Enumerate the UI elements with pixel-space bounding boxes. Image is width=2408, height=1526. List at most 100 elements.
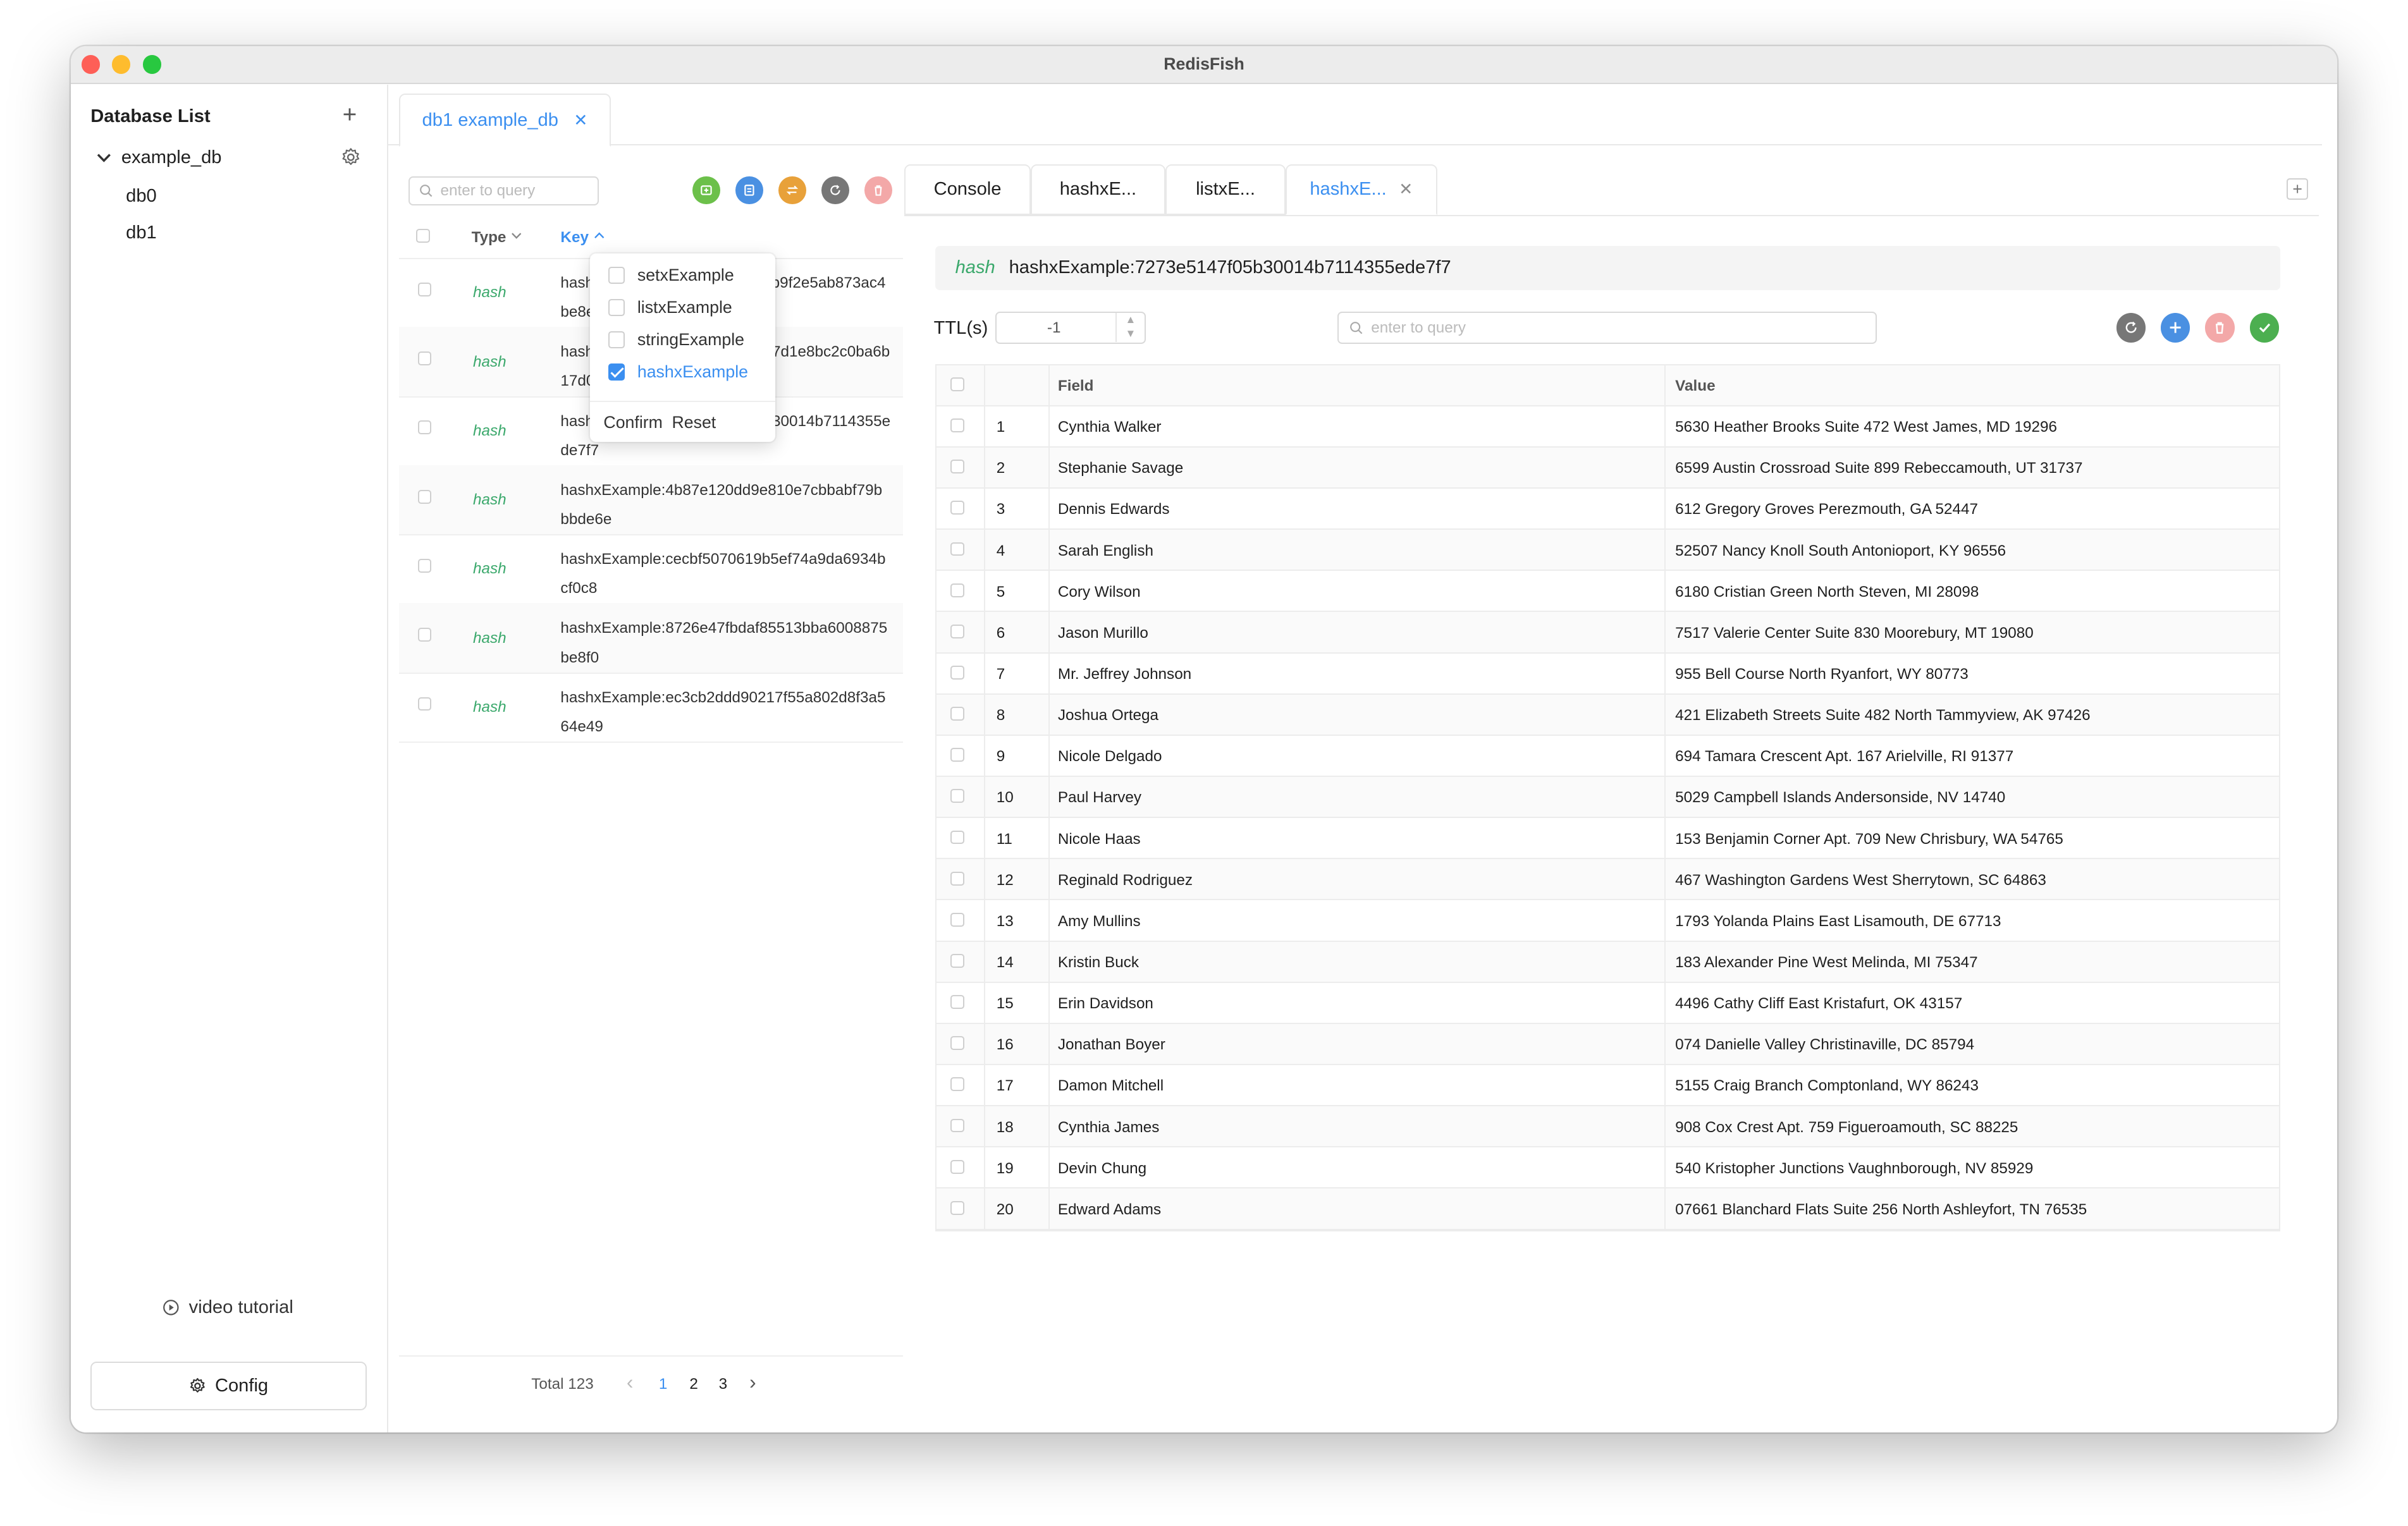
key-row-checkbox[interactable] (417, 282, 432, 296)
add-field-button[interactable] (2161, 313, 2190, 343)
filter-option-hashx[interactable]: hashxExample (608, 362, 748, 382)
page-1-button[interactable]: 1 (659, 1376, 668, 1393)
filter-chevron-icon[interactable] (510, 229, 522, 241)
tab-listx[interactable]: listxE... (1165, 164, 1286, 215)
filter-checkbox[interactable] (608, 299, 625, 316)
row-field[interactable]: Stephanie Savage (1058, 460, 1183, 477)
database-settings-icon[interactable] (341, 147, 361, 168)
ttl-stepper[interactable]: ▲ ▼ (1115, 313, 1145, 343)
key-row-checkbox[interactable] (417, 628, 432, 642)
row-field[interactable]: Devin Chung (1058, 1160, 1146, 1178)
table-row[interactable]: 1 Cynthia Walker 5630 Heather Brooks Suite… (937, 406, 2280, 448)
select-all-fields-checkbox[interactable] (950, 377, 964, 391)
row-checkbox[interactable] (950, 1159, 964, 1174)
row-field[interactable]: Cory Wilson (1058, 583, 1141, 601)
chevron-down-icon[interactable] (95, 149, 113, 166)
row-value[interactable]: 07661 Blanchard Flats Suite 256 North As… (1675, 1201, 2087, 1219)
row-checkbox[interactable] (950, 995, 964, 1009)
table-row[interactable]: 18 Cynthia James 908 Cox Crest Apt. 759 Fi… (937, 1106, 2280, 1148)
row-value[interactable]: 7517 Valerie Center Suite 830 Moorebury,… (1675, 625, 2034, 642)
close-window-button[interactable] (81, 55, 100, 74)
row-field[interactable]: Erin Davidson (1058, 995, 1153, 1013)
row-value[interactable]: 5029 Campbell Islands Andersonside, NV 1… (1675, 789, 2005, 807)
tab-hashx-1[interactable]: hashxE... (1030, 164, 1166, 215)
db-item-db1[interactable]: db1 (126, 223, 157, 243)
table-row[interactable]: 6 Jason Murillo 7517 Valerie Center Suite … (937, 612, 2280, 654)
filter-checkbox-checked[interactable] (608, 363, 625, 381)
sort-up-icon[interactable] (593, 229, 605, 241)
database-tree-item[interactable]: example_db (95, 147, 222, 168)
document-button[interactable] (735, 176, 763, 204)
config-button[interactable]: Config (90, 1362, 367, 1410)
key-column-header[interactable]: Key (560, 229, 605, 247)
row-checkbox[interactable] (950, 1200, 964, 1215)
value-search-input[interactable]: enter to query (1337, 312, 1877, 344)
type-column-header[interactable]: Type (472, 229, 523, 247)
stepper-down-icon[interactable]: ▼ (1117, 327, 1145, 341)
page-3-button[interactable]: 3 (719, 1376, 728, 1393)
table-row[interactable]: 3 Dennis Edwards 612 Gregory Groves Perezm… (937, 489, 2280, 530)
tab-console[interactable]: Console (904, 164, 1031, 215)
close-tab-icon[interactable]: ✕ (574, 111, 587, 130)
row-field[interactable]: Sarah English (1058, 542, 1153, 560)
row-field[interactable]: Joshua Ortega (1058, 707, 1158, 724)
key-row-checkbox[interactable] (417, 351, 432, 365)
row-value[interactable]: 612 Gregory Groves Perezmouth, GA 52447 (1675, 501, 1978, 518)
row-field[interactable]: Kristin Buck (1058, 954, 1139, 972)
filter-checkbox[interactable] (608, 331, 625, 348)
db-item-db0[interactable]: db0 (126, 186, 157, 207)
key-row[interactable]: hash hashxExample:4b87e120dd9e810e7cbbab… (399, 465, 903, 536)
close-tab-icon[interactable]: ✕ (1399, 180, 1413, 199)
zoom-window-button[interactable] (142, 55, 161, 74)
row-value[interactable]: 153 Benjamin Corner Apt. 709 New Chrisbu… (1675, 831, 2063, 848)
row-checkbox[interactable] (950, 460, 964, 474)
row-value[interactable]: 5155 Craig Branch Comptonland, WY 86243 (1675, 1077, 1979, 1095)
table-row[interactable]: 5 Cory Wilson 6180 Cristian Green North St… (937, 571, 2280, 613)
filter-confirm-button[interactable]: Confirm (603, 413, 662, 432)
page-2-button[interactable]: 2 (689, 1376, 698, 1393)
filter-reset-button[interactable]: Reset (672, 413, 716, 432)
delete-keys-button[interactable] (864, 176, 892, 204)
row-field[interactable]: Mr. Jeffrey Johnson (1058, 666, 1191, 683)
table-row[interactable]: 8 Joshua Ortega 421 Elizabeth Streets Suit… (937, 694, 2280, 736)
table-row[interactable]: 12 Reginald Rodriguez 467 Washington Garde… (937, 859, 2280, 901)
add-database-icon[interactable]: + (343, 101, 357, 129)
row-field[interactable]: Cynthia Walker (1058, 418, 1162, 436)
stepper-up-icon[interactable]: ▲ (1117, 313, 1145, 327)
row-checkbox[interactable] (950, 912, 964, 927)
row-checkbox[interactable] (950, 583, 964, 597)
row-field[interactable]: Damon Mitchell (1058, 1077, 1164, 1095)
row-checkbox[interactable] (950, 953, 964, 968)
row-value[interactable]: 6180 Cristian Green North Steven, MI 280… (1675, 583, 1979, 601)
row-value[interactable]: 183 Alexander Pine West Melinda, MI 7534… (1675, 954, 1977, 972)
row-checkbox[interactable] (950, 1036, 964, 1051)
row-checkbox[interactable] (950, 624, 964, 638)
next-page-button[interactable]: › (749, 1370, 756, 1394)
row-checkbox[interactable] (950, 1118, 964, 1133)
row-field[interactable]: Amy Mullins (1058, 913, 1141, 931)
table-row[interactable]: 19 Devin Chung 540 Kristopher Junctions Va… (937, 1147, 2280, 1189)
tab-db1-example-db[interactable]: db1 example_db ✕ (399, 94, 611, 147)
row-checkbox[interactable] (950, 1077, 964, 1092)
tab-hashx-active[interactable]: hashxE... ✕ (1285, 164, 1438, 215)
row-value[interactable]: 1793 Yolanda Plains East Lisamouth, DE 6… (1675, 913, 2001, 931)
row-field[interactable]: Nicole Haas (1058, 831, 1141, 848)
row-checkbox[interactable] (950, 789, 964, 803)
row-field[interactable]: Edward Adams (1058, 1201, 1161, 1219)
key-row-checkbox[interactable] (417, 697, 432, 711)
table-row[interactable]: 17 Damon Mitchell 5155 Craig Branch Compto… (937, 1065, 2280, 1107)
row-value[interactable]: 074 Danielle Valley Christinaville, DC 8… (1675, 1036, 1974, 1054)
swap-button[interactable] (778, 176, 806, 204)
row-value[interactable]: 540 Kristopher Junctions Vaughnborough, … (1675, 1160, 2033, 1178)
minimize-window-button[interactable] (112, 55, 131, 74)
row-value[interactable]: 421 Elizabeth Streets Suite 482 North Ta… (1675, 707, 2090, 724)
table-row[interactable]: 15 Erin Davidson 4496 Cathy Cliff East Kri… (937, 982, 2280, 1024)
row-checkbox[interactable] (950, 418, 964, 432)
table-row[interactable]: 2 Stephanie Savage 6599 Austin Crossroad S… (937, 447, 2280, 489)
row-checkbox[interactable] (950, 871, 964, 886)
row-checkbox[interactable] (950, 830, 964, 845)
row-value[interactable]: 52507 Nancy Knoll South Antonioport, KY … (1675, 542, 2006, 560)
row-value[interactable]: 694 Tamara Crescent Apt. 167 Arielville,… (1675, 748, 2013, 766)
filter-option-listx[interactable]: listxExample (608, 298, 732, 317)
table-row[interactable]: 11 Nicole Haas 153 Benjamin Corner Apt. 70… (937, 818, 2280, 860)
